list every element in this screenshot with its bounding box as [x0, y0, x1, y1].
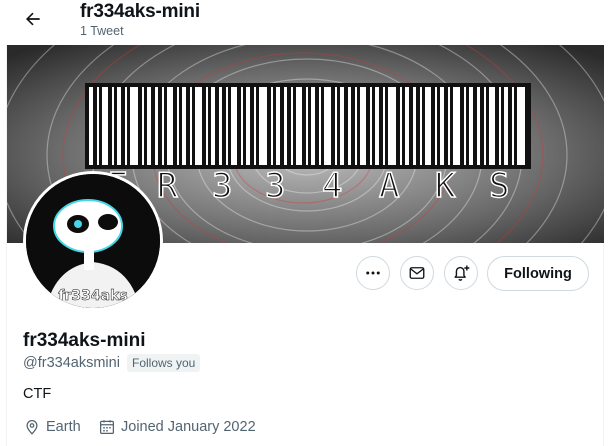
profile-header: fr334aks-mini 1 Tweet [0, 0, 608, 45]
notification-bell-icon [454, 265, 470, 281]
bio: CTF [23, 386, 52, 402]
location: Earth [23, 418, 81, 436]
handle: @fr334aksmini [23, 355, 120, 371]
calendar-icon [99, 420, 115, 435]
svg-text:3: 3 [265, 166, 287, 206]
avatar-caption: fr334aks [58, 288, 127, 304]
message-button[interactable] [400, 256, 434, 290]
location-pin-icon [26, 420, 38, 435]
back-button[interactable] [20, 6, 46, 32]
avatar-image: fr334aks [26, 174, 160, 308]
join-date-text: Joined January 2022 [121, 419, 256, 435]
display-name: fr334aks-mini [23, 330, 146, 351]
svg-text:4: 4 [322, 166, 344, 206]
svg-text:R: R [157, 166, 179, 206]
location-text: Earth [46, 419, 81, 435]
tweet-count: 1 Tweet [80, 24, 124, 38]
message-icon [409, 267, 425, 279]
more-icon [366, 271, 380, 275]
notification-button[interactable] [444, 256, 478, 290]
join-date: Joined January 2022 [98, 418, 256, 436]
svg-text:S: S [489, 166, 511, 206]
more-button[interactable] [356, 256, 390, 290]
svg-text:3: 3 [212, 166, 234, 206]
follows-you-badge: Follows you [127, 354, 201, 372]
following-button[interactable]: Following [487, 256, 589, 291]
svg-text:A: A [379, 166, 401, 206]
back-arrow-icon [26, 12, 40, 26]
svg-text:K: K [435, 166, 457, 206]
header-title: fr334aks-mini [80, 1, 200, 22]
avatar[interactable]: fr334aks [23, 171, 163, 311]
